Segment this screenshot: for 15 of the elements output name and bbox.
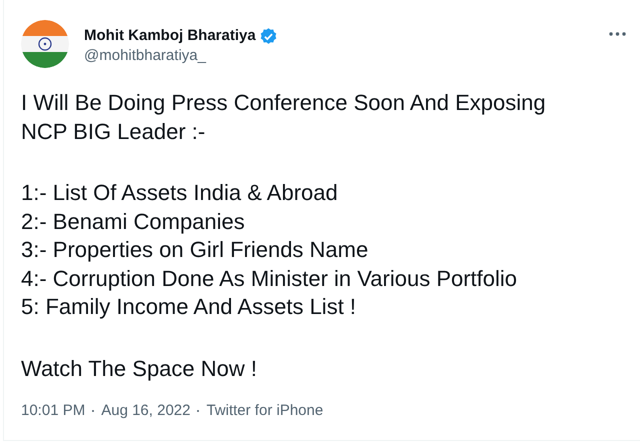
- tweet-time[interactable]: 10:01 PM: [21, 401, 86, 421]
- tweet-text-line: 4:- Corruption Done As Minister in Various Portfolio: [21, 264, 518, 293]
- tweet-text-line: 2:- Benami Companies: [21, 208, 245, 236]
- tweet-source[interactable]: Twitter for iPhone: [206, 401, 324, 421]
- tweet-date[interactable]: Aug 16, 2022: [101, 401, 190, 421]
- tweet-text-line: 5: Family Income And Assets List !: [21, 293, 356, 321]
- tweet-text-line: NCP BIG Leader :-: [21, 118, 206, 146]
- tweet-text-line: Watch The Space Now !: [21, 354, 257, 383]
- tweet-text-line: 1:- List Of Assets India & Abroad: [21, 179, 338, 207]
- more-options-icon[interactable]: [609, 32, 626, 36]
- author-name[interactable]: Mohit Kamboj Bharatiya: [84, 26, 256, 46]
- author-handle[interactable]: @mohitbharatiya_: [84, 46, 278, 66]
- tweet-text-line: I Will Be Doing Press Conference Soon And Exposing: [21, 89, 546, 117]
- tweet-text-line: 3:- Properties on Girl Friends Name: [21, 236, 368, 264]
- flag-avatar[interactable]: [21, 20, 69, 68]
